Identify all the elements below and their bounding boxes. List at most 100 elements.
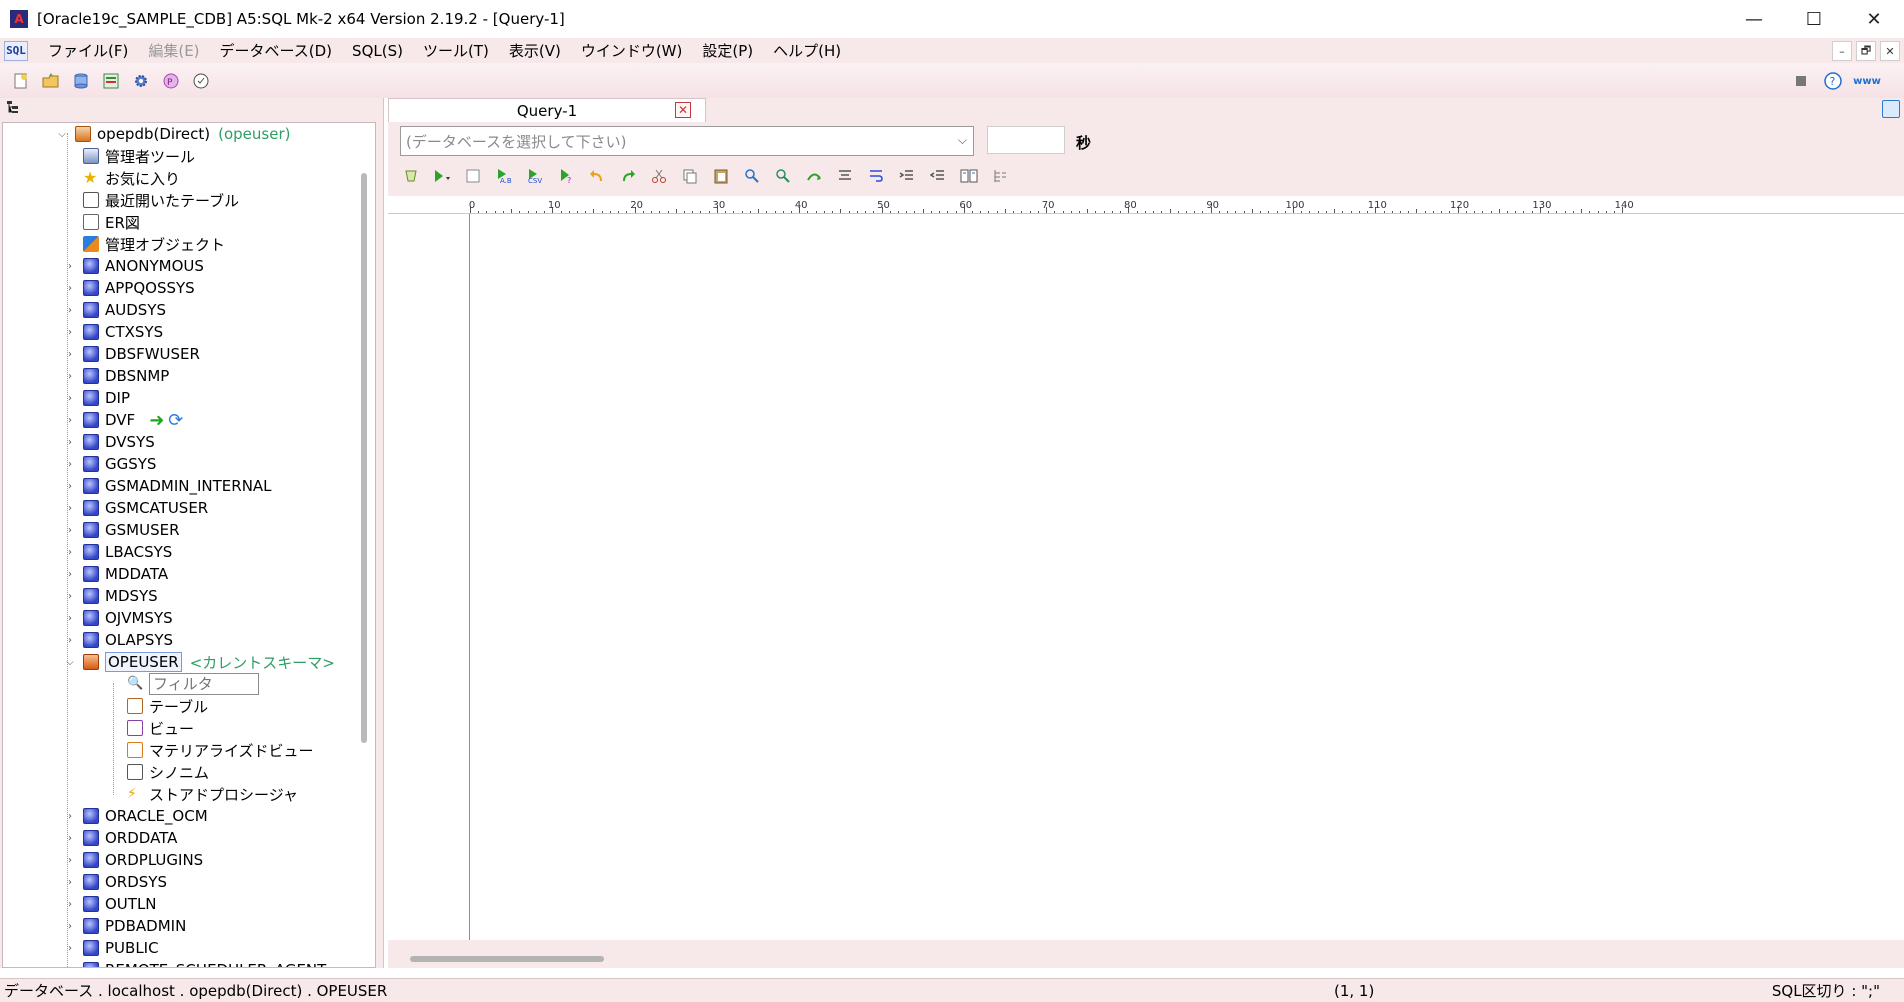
expand-icon[interactable]: › bbox=[63, 327, 77, 338]
expand-icon[interactable]: › bbox=[63, 393, 77, 404]
tree-item-schema[interactable]: › DVSYS bbox=[63, 431, 155, 453]
tree-item-schema[interactable]: › AUDSYS bbox=[63, 299, 166, 321]
run-to-ab-icon[interactable]: A.B bbox=[493, 165, 515, 187]
database-select[interactable]: (データベースを選択して下さい) ⌵ bbox=[400, 126, 974, 156]
expand-icon[interactable]: › bbox=[63, 811, 77, 822]
expand-icon[interactable]: › bbox=[63, 591, 77, 602]
outdent-icon[interactable] bbox=[927, 165, 949, 187]
tree-item-schema[interactable]: › DVF ➜ ⟳ bbox=[63, 409, 183, 431]
expand-icon[interactable]: › bbox=[63, 261, 77, 272]
mdi-minimize-button[interactable]: – bbox=[1832, 41, 1852, 61]
search-icon[interactable] bbox=[741, 165, 763, 187]
tree-item-current-schema[interactable]: ⌵ OPEUSER <カレントスキーマ> bbox=[63, 651, 335, 673]
expand-icon[interactable]: › bbox=[63, 371, 77, 382]
tree-view-toggle-icon[interactable] bbox=[6, 100, 20, 118]
format-icon[interactable] bbox=[834, 165, 856, 187]
stop-icon[interactable] bbox=[1790, 70, 1812, 92]
menu-settings[interactable]: 設定(P) bbox=[692, 40, 763, 61]
copy-window-icon[interactable] bbox=[1882, 100, 1900, 118]
tree-item-schema[interactable]: › ORDDATA bbox=[63, 827, 177, 849]
tree-item-schema[interactable]: › ORDPLUGINS bbox=[63, 849, 203, 871]
sql-app-menu-icon[interactable]: SQL bbox=[4, 40, 28, 61]
expand-icon[interactable]: › bbox=[63, 877, 77, 888]
tree-item-schema[interactable]: › MDDATA bbox=[63, 563, 168, 585]
menu-window[interactable]: ウインドウ(W) bbox=[571, 40, 693, 61]
tab-close-icon[interactable]: ✕ bbox=[675, 102, 691, 118]
tree-item-schema[interactable]: › CTXSYS bbox=[63, 321, 163, 343]
menu-help[interactable]: ヘルプ(H) bbox=[763, 40, 851, 61]
tree-item-schema[interactable]: › MDSYS bbox=[63, 585, 158, 607]
menu-edit[interactable]: 編集(E) bbox=[138, 40, 209, 61]
tree-item-materialized-views[interactable]: マテリアライズドビュー bbox=[127, 739, 314, 761]
expand-icon[interactable]: › bbox=[63, 547, 77, 558]
help-icon[interactable]: ? bbox=[1822, 70, 1844, 92]
tree-item-admin-objects[interactable]: 管理オブジェクト bbox=[83, 233, 225, 255]
tree-item-schema[interactable]: › DIP bbox=[63, 387, 130, 409]
cut-icon[interactable] bbox=[648, 165, 670, 187]
expand-icon[interactable]: › bbox=[63, 349, 77, 360]
plugin-icon[interactable]: P bbox=[160, 70, 182, 92]
tree-item-schema[interactable]: › ORACLE_OCM bbox=[63, 805, 208, 827]
tree-item-admin-tools[interactable]: 管理者ツール bbox=[83, 145, 195, 167]
expand-icon[interactable]: › bbox=[63, 833, 77, 844]
database-icon[interactable] bbox=[70, 70, 92, 92]
column-view-icon[interactable] bbox=[989, 165, 1011, 187]
menu-file[interactable]: ファイル(F) bbox=[38, 40, 138, 61]
tree-item-recent-tables[interactable]: 最近開いたテーブル bbox=[83, 189, 239, 211]
tree-item-favorites[interactable]: ★ お気に入り bbox=[83, 167, 180, 189]
stop-icon[interactable] bbox=[462, 165, 484, 187]
tree-item-tables[interactable]: テーブル bbox=[127, 695, 208, 717]
redo-icon[interactable] bbox=[617, 165, 639, 187]
expand-icon[interactable]: › bbox=[63, 921, 77, 932]
database-tree-icon[interactable] bbox=[100, 70, 122, 92]
tree-item-schema[interactable]: › OUTLN bbox=[63, 893, 157, 915]
run-menu-icon[interactable] bbox=[431, 165, 453, 187]
collapse-icon[interactable]: ⌵ bbox=[63, 657, 77, 668]
web-icon[interactable]: www bbox=[1853, 70, 1881, 92]
expand-icon[interactable]: › bbox=[63, 965, 77, 968]
paste-icon[interactable] bbox=[710, 165, 732, 187]
timeout-seconds-input[interactable] bbox=[987, 126, 1065, 154]
tree-item-views[interactable]: ビュー bbox=[127, 717, 194, 739]
expand-icon[interactable]: › bbox=[63, 305, 77, 316]
menu-sql[interactable]: SQL(S) bbox=[342, 42, 413, 60]
tree-item-er-diagram[interactable]: ER図 bbox=[83, 211, 140, 233]
tree-item-schema[interactable]: › OJVMSYS bbox=[63, 607, 173, 629]
expand-icon[interactable]: › bbox=[63, 613, 77, 624]
tree-root-node[interactable]: ⌵ opepdb(Direct) (opeuser) bbox=[55, 123, 290, 145]
gear-icon[interactable] bbox=[130, 70, 152, 92]
expand-icon[interactable]: › bbox=[63, 283, 77, 294]
expand-icon[interactable]: › bbox=[63, 525, 77, 536]
mdi-close-button[interactable]: ✕ bbox=[1880, 41, 1900, 61]
copy-icon[interactable] bbox=[679, 165, 701, 187]
replace-icon[interactable] bbox=[772, 165, 794, 187]
tree-filter-input[interactable] bbox=[149, 673, 259, 695]
tree-item-schema[interactable]: › DBSFWUSER bbox=[63, 343, 200, 365]
arrow-right-icon[interactable]: ➜ bbox=[149, 410, 164, 431]
tree-item-schema[interactable]: › GGSYS bbox=[63, 453, 156, 475]
wrap-icon[interactable] bbox=[865, 165, 887, 187]
menu-database[interactable]: データベース(D) bbox=[210, 40, 343, 61]
expand-icon[interactable]: › bbox=[63, 899, 77, 910]
tree-item-schema[interactable]: › LBACSYS bbox=[63, 541, 172, 563]
expand-icon[interactable]: › bbox=[63, 415, 77, 426]
expand-icon[interactable]: › bbox=[63, 635, 77, 646]
run-explain-icon[interactable]: ? bbox=[555, 165, 577, 187]
run-to-csv-icon[interactable]: CSV bbox=[524, 165, 546, 187]
minimize-button[interactable]: — bbox=[1724, 0, 1784, 38]
tree-item-schema[interactable]: › ANONYMOUS bbox=[63, 255, 204, 277]
mdi-restore-button[interactable]: 🗗 bbox=[1856, 41, 1876, 61]
close-button[interactable]: ✕ bbox=[1844, 0, 1904, 38]
sql-editor[interactable] bbox=[388, 214, 1904, 940]
undo-icon[interactable] bbox=[586, 165, 608, 187]
tree-item-synonyms[interactable]: シノニム bbox=[127, 761, 209, 783]
new-file-icon[interactable] bbox=[10, 70, 32, 92]
indent-icon[interactable] bbox=[896, 165, 918, 187]
refresh-icon[interactable]: ⟳ bbox=[168, 410, 183, 431]
expand-icon[interactable]: › bbox=[63, 503, 77, 514]
expand-icon[interactable]: › bbox=[63, 459, 77, 470]
editor-horizontal-scrollbar[interactable] bbox=[410, 956, 604, 962]
tree-item-schema[interactable]: › OLAPSYS bbox=[63, 629, 173, 651]
tree-item-schema[interactable]: › GSMCATUSER bbox=[63, 497, 208, 519]
tree-item-schema[interactable]: › ORDSYS bbox=[63, 871, 167, 893]
